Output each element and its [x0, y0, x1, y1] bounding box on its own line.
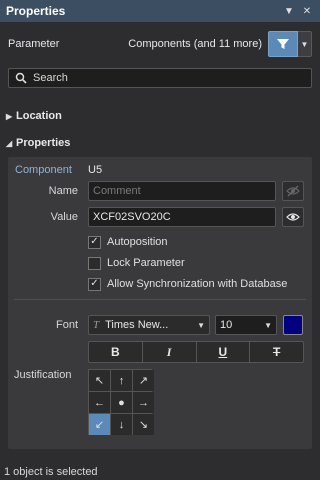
- justification-label: Justification: [14, 369, 72, 381]
- lock-parameter-checkbox[interactable]: Lock Parameter: [88, 255, 185, 271]
- lock-parameter-label: Lock Parameter: [107, 257, 185, 269]
- eye-hidden-icon: [286, 185, 300, 197]
- value-label: Value: [50, 211, 78, 223]
- component-value: U5: [88, 164, 103, 176]
- parameter-filter-value: Components (and 11 more): [128, 38, 262, 50]
- parameter-row: Parameter Components (and 11 more) ▼: [0, 22, 320, 66]
- text-format-toolbar: B I U T: [88, 341, 304, 363]
- chevron-down-icon: ▼: [264, 320, 272, 330]
- justify-top-center-button[interactable]: ↑: [111, 370, 132, 391]
- panel-title: Properties: [6, 4, 66, 18]
- section-location-label: Location: [16, 110, 62, 122]
- chevron-down-icon: ▼: [197, 320, 205, 330]
- eye-icon: [286, 213, 300, 221]
- checkbox-checked-icon: ✓: [88, 277, 101, 291]
- justify-top-left-button[interactable]: ↖: [89, 370, 110, 391]
- search-icon: [15, 72, 27, 84]
- checkbox-checked-icon: ✓: [88, 235, 101, 249]
- autoposition-label: Autoposition: [107, 236, 168, 248]
- font-color-swatch[interactable]: [283, 315, 303, 335]
- pin-icon[interactable]: ▼: [282, 4, 296, 18]
- font-size-value: 10: [220, 319, 233, 331]
- name-visibility-button[interactable]: [282, 181, 304, 201]
- status-text: 1 object is selected: [4, 466, 98, 478]
- component-label: Component: [15, 164, 72, 176]
- parameter-label: Parameter: [8, 38, 60, 50]
- chevron-down-icon: ◢: [6, 138, 13, 148]
- divider: [14, 299, 306, 300]
- panel-titlebar: Properties ▼ ✕: [0, 0, 320, 22]
- justify-bottom-left-button[interactable]: ↙: [89, 414, 110, 435]
- justify-middle-right-button[interactable]: →: [133, 392, 154, 413]
- font-label: Font: [55, 319, 78, 331]
- justification-grid: ↖ ↑ ↗ ← ● → ↙ ↓ ↘: [88, 369, 154, 435]
- autoposition-checkbox[interactable]: ✓ Autoposition: [88, 234, 168, 250]
- allow-sync-checkbox[interactable]: ✓ Allow Synchronization with Database: [88, 276, 287, 292]
- font-size-dropdown[interactable]: 10 ▼: [215, 315, 277, 335]
- justify-center-button[interactable]: ●: [111, 392, 132, 413]
- value-visibility-button[interactable]: [282, 207, 304, 227]
- properties-panel: Component U5 Name Value ✓ Autoposition L…: [8, 157, 312, 449]
- section-properties-label: Properties: [16, 137, 71, 149]
- font-family-value: Times New...: [105, 319, 169, 331]
- name-label: Name: [48, 185, 78, 197]
- section-location[interactable]: ▶ Location: [6, 107, 62, 125]
- filter-dropdown-button[interactable]: ▼: [298, 31, 312, 57]
- justify-bottom-center-button[interactable]: ↓: [111, 414, 132, 435]
- value-field[interactable]: [88, 207, 276, 227]
- allow-sync-label: Allow Synchronization with Database: [107, 278, 288, 290]
- justify-top-right-button[interactable]: ↗: [133, 370, 154, 391]
- strikethrough-button[interactable]: T: [250, 342, 303, 362]
- filter-button[interactable]: [268, 31, 298, 57]
- underline-button[interactable]: U: [197, 342, 251, 362]
- justify-bottom-right-button[interactable]: ↘: [133, 414, 154, 435]
- search-input[interactable]: [33, 72, 293, 84]
- name-field[interactable]: [88, 181, 276, 201]
- justify-middle-left-button[interactable]: ←: [89, 392, 110, 413]
- close-icon[interactable]: ✕: [300, 4, 314, 18]
- italic-button[interactable]: I: [143, 342, 197, 362]
- font-family-dropdown[interactable]: T Times New... ▼: [88, 315, 210, 335]
- section-properties[interactable]: ◢ Properties: [6, 134, 70, 152]
- chevron-down-icon: ▼: [300, 39, 309, 49]
- name-input[interactable]: [93, 185, 271, 197]
- chevron-right-icon: ▶: [6, 111, 13, 121]
- value-input[interactable]: [93, 211, 271, 223]
- bold-button[interactable]: B: [89, 342, 143, 362]
- filter-icon: [277, 39, 289, 49]
- search-box[interactable]: [8, 68, 312, 88]
- font-type-icon: T: [93, 319, 100, 331]
- checkbox-unchecked-icon: [88, 256, 101, 270]
